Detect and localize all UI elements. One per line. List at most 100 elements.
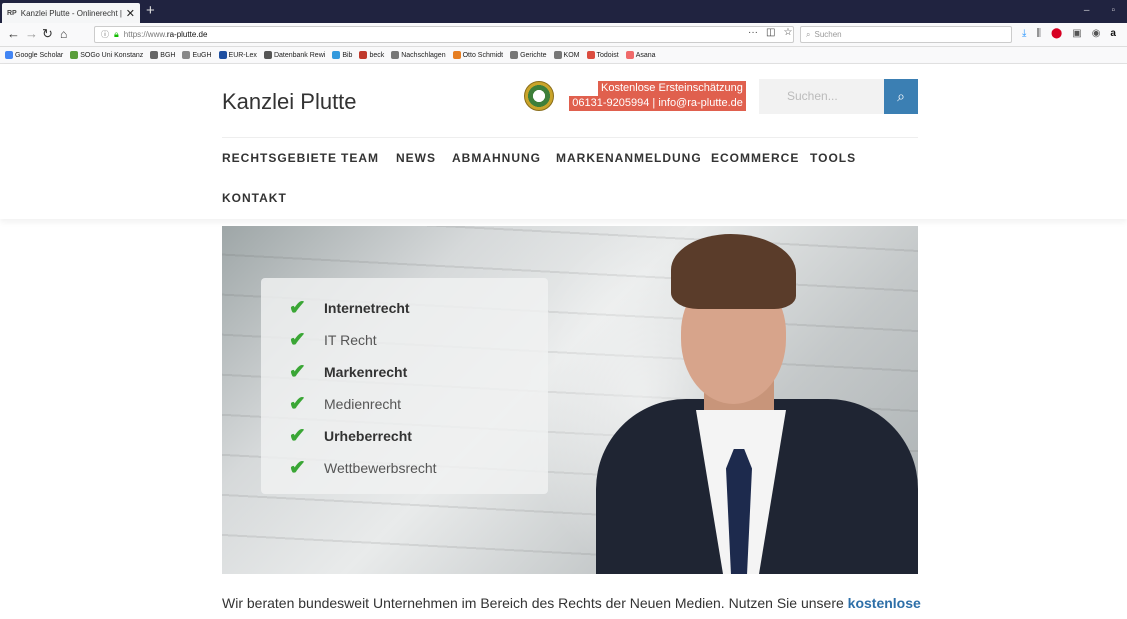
url-text: https://www.ra-plutte.de [123, 30, 208, 39]
menu-item-tools[interactable]: TOOLS [810, 151, 856, 165]
info-icon[interactable]: ⓘ [101, 29, 109, 40]
pocket-icon[interactable]: ◫ [766, 27, 775, 38]
bookmark-icon [359, 51, 368, 59]
bookmark-item[interactable]: beck [359, 51, 384, 59]
bookmark-item[interactable]: BGH [150, 51, 175, 59]
bookmark-icon [625, 51, 634, 59]
menu-item-ecommerce[interactable]: ECOMMERCE [711, 151, 799, 165]
site-header [0, 64, 1127, 219]
navigation-bar: ← → ↻ ⌂ ⓘ 🔒︎ https://www.ra-plutte.de ··… [0, 23, 1127, 47]
practice-item: ✔ Internetrecht [289, 297, 410, 319]
bookmark-label: KOM [563, 51, 580, 59]
contact-line-1[interactable]: Kostenlose Ersteinschätzung [598, 81, 746, 96]
intro-text: Wir beraten bundesweit Unternehmen im Be… [222, 595, 921, 611]
bookmark-item[interactable]: Bib [332, 51, 352, 59]
bookmark-label: Asana [635, 51, 656, 59]
lawyer-portrait [586, 234, 918, 574]
bookmark-label: Todoist [596, 51, 619, 59]
bookmark-icon [263, 51, 272, 59]
bookmark-icon [586, 51, 595, 59]
check-icon: ✔ [289, 329, 306, 351]
forward-icon[interactable]: → [25, 26, 38, 42]
bookmark-icon [70, 51, 79, 59]
reload-icon[interactable]: ↻ [42, 26, 53, 42]
practice-item: ✔ Wettbewerbsrecht [289, 457, 437, 479]
extension-icon[interactable]: ◉ [1092, 28, 1101, 39]
search-button[interactable]: ⌕ [884, 79, 918, 114]
bookmark-label: Google Scholar [15, 51, 64, 59]
bookmark-item[interactable]: EUR-Lex [218, 51, 257, 59]
intro-link[interactable]: kostenlose [848, 595, 921, 611]
bookmark-icon [332, 51, 341, 59]
check-icon: ✔ [289, 457, 306, 479]
url-bar[interactable]: ⓘ 🔒︎ https://www.ra-plutte.de [94, 26, 794, 43]
bookmark-icon [150, 51, 159, 59]
bookmark-icon [452, 51, 461, 59]
bookmark-item[interactable]: EuGH [182, 51, 212, 59]
practice-item: ✔ Medienrecht [289, 393, 402, 415]
bookmark-item[interactable]: Todoist [586, 51, 619, 59]
bookmark-icon [510, 51, 519, 59]
menu-item-rechtsgebiete[interactable]: RECHTSGEBIETE [222, 151, 337, 165]
check-icon: ✔ [289, 393, 306, 415]
bookmark-item[interactable]: Gerichte [510, 51, 547, 59]
download-icon[interactable]: ⤓ [1022, 28, 1026, 39]
menu-item-team[interactable]: TEAM [341, 151, 379, 165]
header-divider [222, 137, 918, 138]
browser-search-input[interactable]: ⌕ Suchen [800, 26, 1012, 43]
bookmark-icon [182, 51, 191, 59]
check-icon: ✔ [289, 297, 306, 319]
practice-item: ✔ Markenrecht [289, 361, 408, 383]
site-brand[interactable]: Kanzlei Plutte [222, 89, 357, 115]
bookmark-label: Bib [342, 51, 353, 59]
sidebar-icon[interactable]: ▣ [1072, 28, 1081, 39]
bookmark-label: beck [369, 51, 385, 59]
bookmark-item[interactable]: Datenbank Rewi [263, 51, 326, 59]
adblock-icon[interactable]: ⬤ [1051, 28, 1062, 39]
bookmark-star-icon[interactable]: ☆ [783, 27, 792, 38]
search-icon: ⌕ [806, 29, 811, 39]
new-tab-button[interactable]: + [146, 2, 155, 19]
bookmark-label: Otto Schmidt [462, 51, 504, 59]
browser-tab[interactable]: RP Kanzlei Plutte - Onlinerecht | IT ✕ [2, 3, 140, 23]
menu-item-markenanmeldung[interactable]: MARKENANMELDUNG [556, 151, 702, 165]
contact-box[interactable]: Kostenlose Ersteinschätzung 06131-920599… [566, 81, 746, 111]
bookmark-item[interactable]: Asana [625, 51, 656, 59]
bookmark-item[interactable]: Otto Schmidt [452, 51, 504, 59]
window-controls: – ▫ [1084, 5, 1115, 16]
page-actions-icon[interactable]: ··· [748, 27, 758, 38]
bookmark-label: Gerichte [520, 51, 547, 59]
bookmark-icon [391, 51, 400, 59]
site-favicon-icon: RP [7, 9, 17, 17]
bookmark-label: EUR-Lex [228, 51, 257, 59]
library-icon[interactable]: ⫼ [1036, 28, 1041, 39]
check-icon: ✔ [289, 361, 306, 383]
bookmark-item[interactable]: Nachschlagen [391, 51, 446, 59]
practice-item: ✔ IT Recht [289, 329, 377, 351]
toolbar-icons: ⤓ ⫼ ⬤ ▣ ◉ a [1022, 28, 1116, 39]
award-seal-icon [524, 81, 554, 111]
search-icon: ⌕ [897, 88, 905, 104]
tab-title: Kanzlei Plutte - Onlinerecht | IT [20, 8, 122, 18]
home-icon[interactable]: ⌂ [60, 26, 67, 42]
bookmark-label: SOGo Uni Konstanz [80, 51, 144, 59]
menu-item-news[interactable]: NEWS [396, 151, 436, 165]
bookmark-item[interactable]: Google Scholar [5, 51, 63, 59]
menu-item-kontakt[interactable]: KONTAKT [222, 191, 287, 205]
restore-icon[interactable]: ▫ [1111, 5, 1115, 16]
bookmark-label: Datenbank Rewi [273, 51, 326, 59]
bookmark-label: Nachschlagen [401, 51, 446, 59]
check-icon: ✔ [289, 425, 306, 447]
bookmark-label: EuGH [192, 51, 212, 59]
close-tab-icon[interactable]: ✕ [126, 7, 135, 20]
bookmark-item[interactable]: SOGo Uni Konstanz [70, 51, 143, 59]
bookmark-item[interactable]: KOM [553, 51, 580, 59]
bookmarks-bar: Google Scholar SOGo Uni Konstanz BGH EuGH EU… [0, 47, 1127, 64]
bookmark-label: BGH [160, 51, 176, 59]
contact-line-2[interactable]: 06131-9205994 | info@ra-plutte.de [569, 96, 746, 111]
menu-item-abmahnung[interactable]: ABMAHNUNG [452, 151, 541, 165]
minimize-icon[interactable]: – [1084, 5, 1090, 16]
site-search-input[interactable]: Suchen... [759, 79, 884, 114]
amazon-icon[interactable]: a [1110, 28, 1116, 39]
back-icon[interactable]: ← [7, 26, 20, 42]
